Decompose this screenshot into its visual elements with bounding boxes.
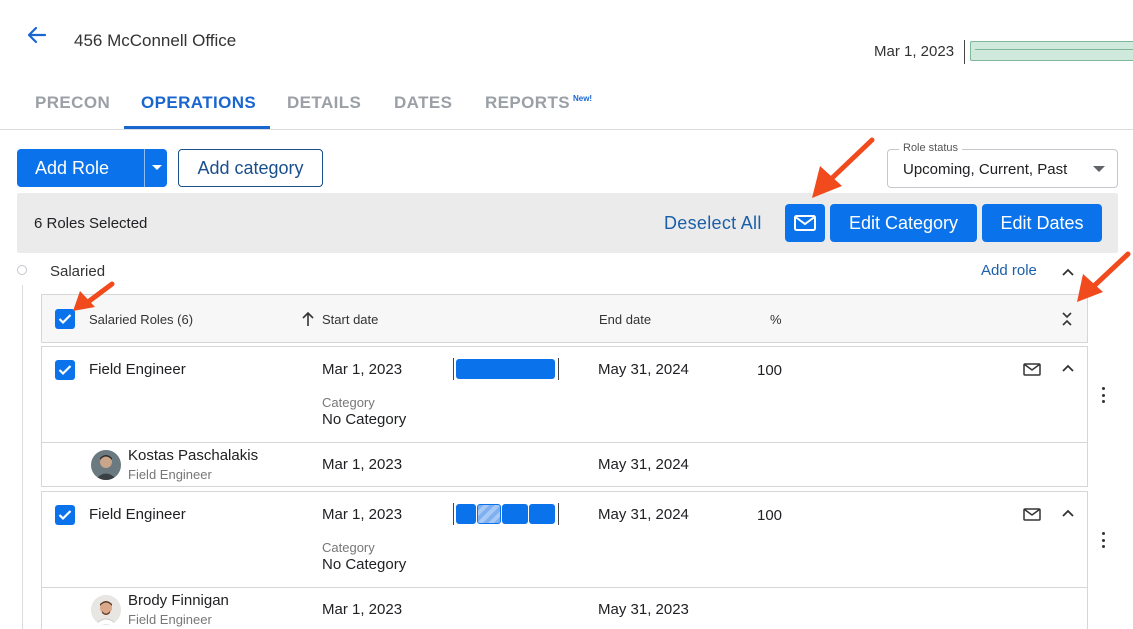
category-value: No Category bbox=[322, 556, 407, 573]
col-end-date[interactable]: End date bbox=[599, 312, 651, 327]
timeline-segment bbox=[456, 504, 476, 524]
avatar bbox=[91, 595, 121, 625]
email-button[interactable] bbox=[785, 204, 825, 242]
role-percent: 100 bbox=[757, 507, 783, 524]
annotation-arrow-checkbox bbox=[73, 281, 115, 311]
role-title[interactable]: Field Engineer bbox=[89, 361, 186, 378]
col-start-date[interactable]: Start date bbox=[322, 312, 378, 327]
timeline-date: Mar 1, 2023 bbox=[874, 43, 955, 60]
section-line bbox=[22, 285, 23, 629]
timeline-segment bbox=[502, 504, 528, 524]
category-value: No Category bbox=[322, 411, 407, 428]
role-start-date: Mar 1, 2023 bbox=[322, 361, 403, 378]
assignment-row: Brody Finnigan Field Engineer Mar 1, 202… bbox=[42, 587, 1087, 629]
assignment-start-date: Mar 1, 2023 bbox=[322, 601, 403, 618]
collapse-all-icon[interactable] bbox=[1061, 311, 1073, 327]
col-percent[interactable]: % bbox=[770, 312, 782, 327]
avatar bbox=[91, 450, 121, 480]
role-checkbox[interactable] bbox=[55, 505, 75, 525]
role-end-date: May 31, 2024 bbox=[598, 506, 689, 523]
category-label: Category bbox=[322, 395, 375, 410]
caret-down-icon bbox=[151, 165, 162, 170]
tab-bar: PRECON OPERATIONS DETAILS DATES REPORTS N… bbox=[0, 80, 1133, 130]
add-role-link[interactable]: Add role bbox=[981, 262, 1037, 279]
chevron-up-icon bbox=[1062, 268, 1074, 276]
tab-reports-label: REPORTS bbox=[485, 93, 570, 112]
deselect-all-button[interactable]: Deselect All bbox=[664, 213, 762, 234]
role-card: Field Engineer Mar 1, 2023 May 31, 2024 … bbox=[41, 346, 1088, 487]
split-divider bbox=[144, 149, 145, 187]
back-arrow-icon[interactable] bbox=[24, 22, 50, 48]
role-title[interactable]: Field Engineer bbox=[89, 506, 186, 523]
mail-icon[interactable] bbox=[1023, 363, 1041, 376]
chevron-up-icon[interactable] bbox=[1062, 364, 1074, 372]
add-role-split-button: Add Role bbox=[17, 149, 167, 187]
selected-count: 6 Roles Selected bbox=[34, 215, 148, 232]
tab-operations[interactable]: OPERATIONS bbox=[141, 93, 256, 113]
role-percent: 100 bbox=[757, 362, 783, 379]
role-timeline-bar bbox=[453, 503, 559, 525]
check-icon bbox=[58, 314, 72, 325]
role-card: Field Engineer Mar 1, 2023 May 31, 2024 … bbox=[41, 491, 1088, 629]
category-label: Category bbox=[322, 540, 375, 555]
timeline-segment bbox=[456, 359, 555, 379]
section-marker bbox=[17, 265, 27, 275]
role-checkbox[interactable] bbox=[55, 360, 75, 380]
caret-down-icon bbox=[1093, 166, 1105, 172]
check-icon bbox=[58, 510, 72, 521]
add-role-dropdown-button[interactable] bbox=[146, 149, 167, 187]
col-roles[interactable]: Salaried Roles (6) bbox=[89, 312, 193, 327]
annotation-arrow-mail bbox=[812, 137, 875, 198]
edit-dates-button[interactable]: Edit Dates bbox=[982, 204, 1102, 242]
person-role: Field Engineer bbox=[128, 467, 212, 482]
sort-arrow-up-icon[interactable] bbox=[301, 311, 315, 327]
role-end-date: May 31, 2024 bbox=[598, 361, 689, 378]
role-status-value: Upcoming, Current, Past bbox=[903, 161, 1068, 178]
chevron-up-icon[interactable] bbox=[1062, 509, 1074, 517]
check-icon bbox=[58, 365, 72, 376]
timeline-bar bbox=[970, 41, 1133, 61]
active-tab-indicator bbox=[124, 126, 270, 129]
tab-dates[interactable]: DATES bbox=[394, 93, 452, 113]
section-title: Salaried bbox=[50, 263, 106, 280]
new-badge: New! bbox=[572, 94, 593, 103]
timeline-segment bbox=[529, 504, 555, 524]
more-options-icon[interactable] bbox=[1101, 532, 1105, 548]
timeline-segment-partial bbox=[477, 504, 501, 524]
mail-icon[interactable] bbox=[1023, 508, 1041, 521]
page-title: 456 McConnell Office bbox=[74, 31, 237, 50]
role-status-label: Role status bbox=[899, 142, 963, 154]
assignment-end-date: May 31, 2024 bbox=[598, 456, 689, 473]
annotation-arrow-collapse bbox=[1077, 251, 1131, 302]
person-role: Field Engineer bbox=[128, 612, 212, 627]
add-role-button[interactable]: Add Role bbox=[17, 149, 127, 187]
assignment-start-date: Mar 1, 2023 bbox=[322, 456, 403, 473]
table-header: Salaried Roles (6) Start date End date % bbox=[41, 294, 1088, 343]
more-options-icon[interactable] bbox=[1101, 387, 1105, 403]
assignment-row: Kostas Paschalakis Field Engineer Mar 1,… bbox=[42, 442, 1087, 487]
assignment-end-date: May 31, 2023 bbox=[598, 601, 689, 618]
tab-details[interactable]: DETAILS bbox=[287, 93, 361, 113]
tab-precon[interactable]: PRECON bbox=[35, 93, 110, 113]
role-start-date: Mar 1, 2023 bbox=[322, 506, 403, 523]
role-timeline-bar bbox=[453, 358, 559, 380]
mail-icon bbox=[794, 215, 816, 231]
tab-reports[interactable]: REPORTS New! bbox=[485, 93, 592, 113]
timeline-marker bbox=[964, 40, 965, 64]
edit-category-button[interactable]: Edit Category bbox=[830, 204, 977, 242]
add-category-button[interactable]: Add category bbox=[178, 149, 323, 187]
collapse-section-button[interactable] bbox=[1061, 265, 1075, 279]
person-name[interactable]: Brody Finnigan bbox=[128, 592, 229, 609]
role-status-select[interactable]: Role status Upcoming, Current, Past bbox=[887, 142, 1118, 188]
person-name[interactable]: Kostas Paschalakis bbox=[128, 447, 258, 464]
